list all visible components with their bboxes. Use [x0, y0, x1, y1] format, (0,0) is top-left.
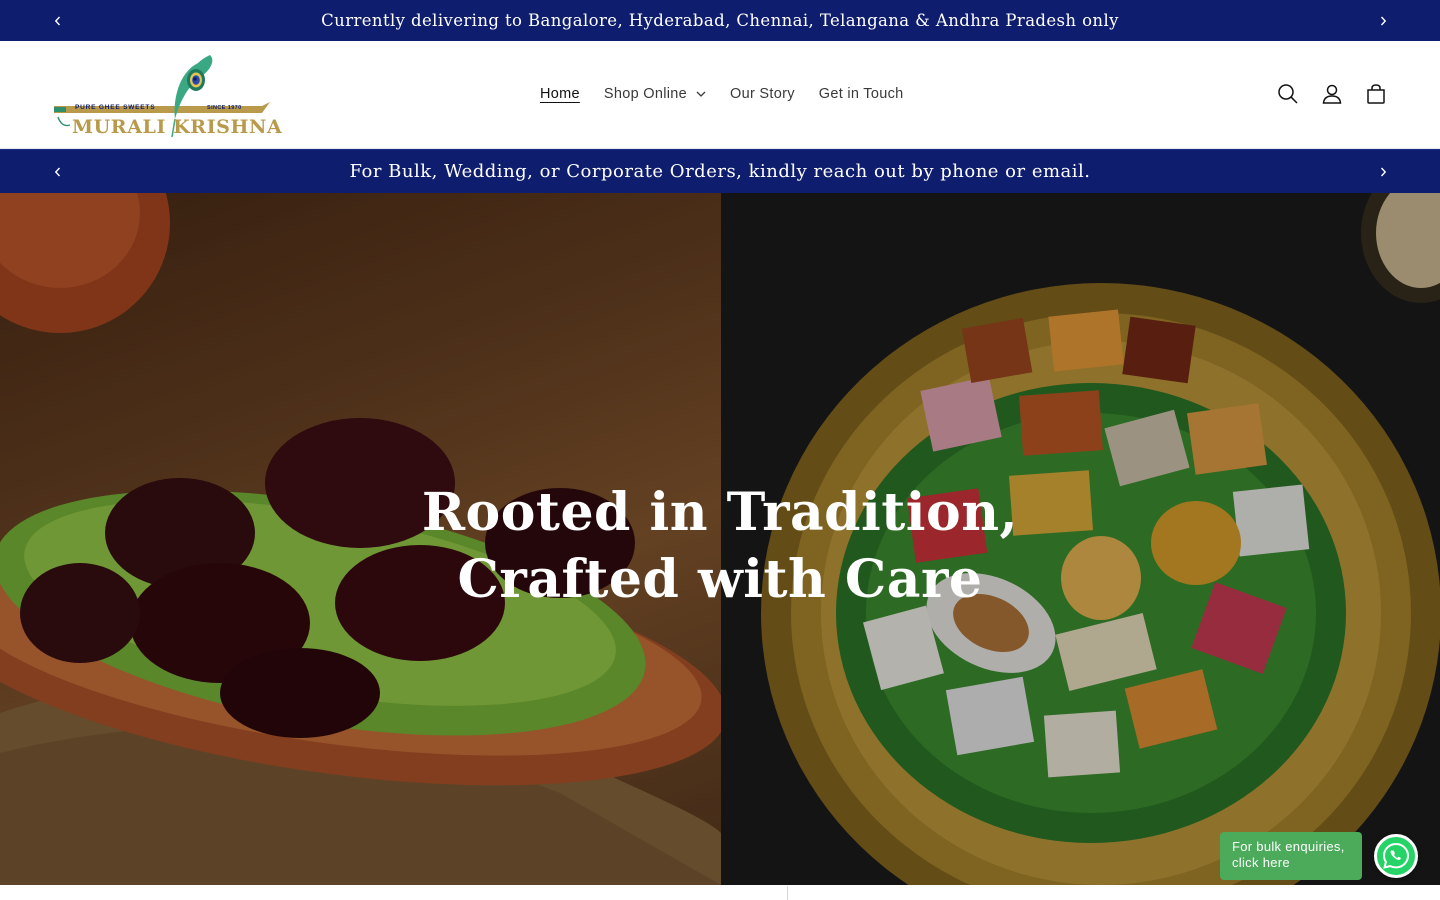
- whatsapp-icon[interactable]: [1374, 834, 1418, 878]
- cart-icon[interactable]: [1358, 72, 1394, 116]
- hero-heading-line1: Rooted in Tradition,: [421, 482, 1019, 543]
- chevron-left-icon[interactable]: [46, 161, 68, 183]
- chevron-right-icon[interactable]: [1372, 161, 1394, 183]
- hero-banner: Rooted in Tradition, Crafted with Care: [0, 193, 1440, 885]
- nav-our-story[interactable]: Our Story: [718, 74, 807, 114]
- main-navigation: Home Shop Online Our Story Get in Touch: [528, 41, 916, 147]
- chevron-right-icon[interactable]: [1372, 10, 1394, 32]
- announcement-text: Currently delivering to Bangalore, Hyder…: [321, 11, 1119, 30]
- logo-since: SINCE 1970: [207, 105, 242, 111]
- site-header: PURE GHEE SWEETS SINCE 1970 MURALI KRISH…: [0, 41, 1440, 149]
- brand-logo[interactable]: PURE GHEE SWEETS SINCE 1970 MURALI KRISH…: [48, 51, 282, 139]
- nav-get-in-touch[interactable]: Get in Touch: [807, 74, 916, 114]
- chevron-left-icon[interactable]: [46, 10, 68, 32]
- header-icons: [1270, 72, 1394, 116]
- nav-shop-online[interactable]: Shop Online: [592, 74, 718, 114]
- announcement-bar-top: Currently delivering to Bangalore, Hyder…: [0, 0, 1440, 41]
- hero-heading: Rooted in Tradition, Crafted with Care: [0, 479, 1440, 613]
- logo-brand-name: MURALI KRISHNA: [72, 116, 283, 138]
- chevron-down-icon: [696, 91, 706, 97]
- logo-tagline: PURE GHEE SWEETS: [75, 104, 156, 111]
- hero-heading-line2: Crafted with Care: [457, 549, 983, 610]
- account-icon[interactable]: [1314, 72, 1350, 116]
- announcement-bar-bulk: For Bulk, Wedding, or Corporate Orders, …: [0, 149, 1440, 193]
- bulk-orders-text: For Bulk, Wedding, or Corporate Orders, …: [349, 161, 1091, 182]
- search-icon[interactable]: [1270, 72, 1306, 116]
- section-divider: [787, 886, 788, 900]
- nav-home[interactable]: Home: [528, 74, 592, 114]
- nav-shop-online-label: Shop Online: [603, 86, 687, 102]
- bulk-enquiries-chip[interactable]: For bulk enquiries, click here: [1220, 832, 1362, 880]
